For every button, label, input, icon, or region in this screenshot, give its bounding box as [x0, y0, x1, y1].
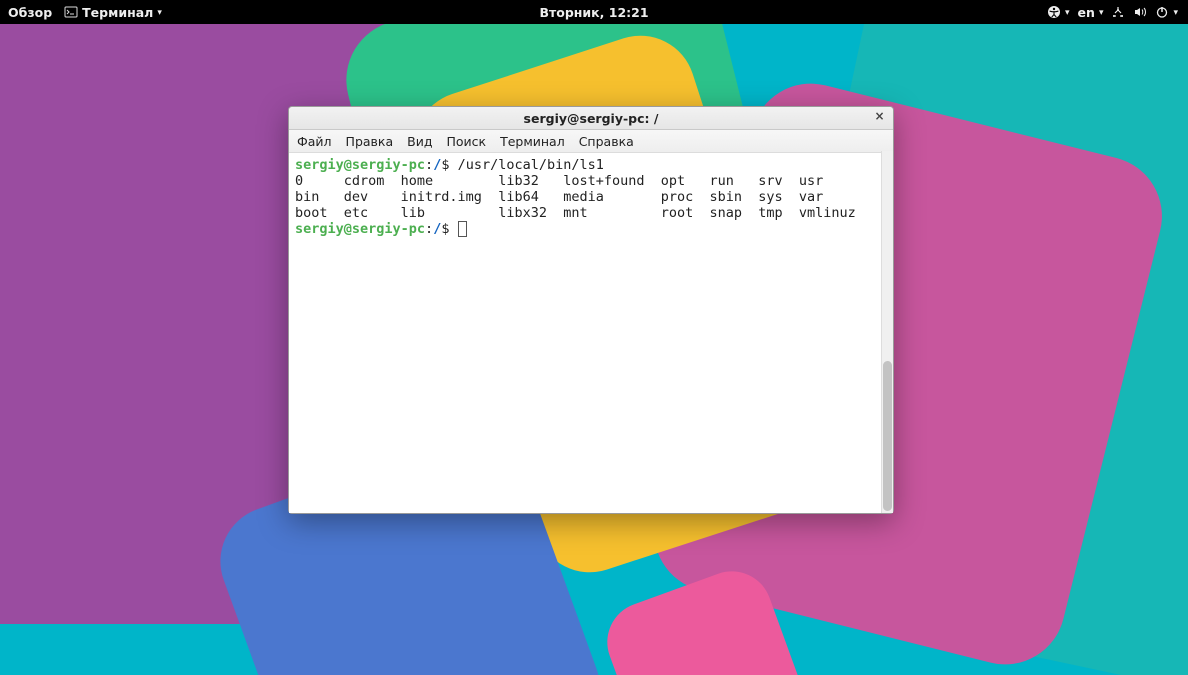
- scrollbar-thumb[interactable]: [883, 361, 892, 511]
- terminal-menubar: Файл Правка Вид Поиск Терминал Справка: [289, 130, 893, 153]
- gnome-top-bar: Обзор Терминал ▾ Вторник, 12:21 ▾ en ▾: [0, 0, 1188, 24]
- chevron-down-icon: ▾: [157, 8, 162, 18]
- chevron-down-icon: ▾: [1173, 8, 1178, 18]
- ls-row-3: boot etc lib libx32 mnt root snap tmp vm…: [295, 205, 856, 221]
- window-titlebar[interactable]: sergiy@sergiy-pc: / ×: [289, 107, 893, 130]
- window-title: sergiy@sergiy-pc: /: [524, 111, 659, 126]
- ls-row-2: bin dev initrd.img lib64 media proc sbin…: [295, 189, 823, 205]
- close-button[interactable]: ×: [872, 110, 887, 125]
- menu-help[interactable]: Справка: [579, 134, 634, 149]
- cursor: [458, 221, 467, 237]
- clock-label: Вторник, 12:21: [539, 5, 648, 20]
- clock[interactable]: Вторник, 12:21: [539, 5, 648, 20]
- chevron-down-icon: ▾: [1099, 8, 1104, 18]
- accessibility-menu[interactable]: ▾: [1047, 5, 1070, 19]
- app-menu[interactable]: Терминал ▾: [64, 5, 162, 20]
- prompt-user: sergiy@sergiy-pc: [295, 221, 425, 237]
- activities-label: Обзор: [8, 5, 52, 20]
- activities-button[interactable]: Обзор: [8, 5, 52, 20]
- prompt-user: sergiy@sergiy-pc: [295, 157, 425, 173]
- menu-file[interactable]: Файл: [297, 134, 332, 149]
- terminal-icon: [64, 5, 78, 19]
- app-menu-label: Терминал: [82, 5, 153, 20]
- menu-edit[interactable]: Правка: [346, 134, 394, 149]
- chevron-down-icon: ▾: [1065, 8, 1070, 18]
- terminal-window: sergiy@sergiy-pc: / × Файл Правка Вид По…: [288, 106, 894, 514]
- prompt-symbol: $: [441, 221, 457, 237]
- menu-view[interactable]: Вид: [407, 134, 432, 149]
- prompt-symbol: $: [441, 157, 457, 173]
- volume-icon[interactable]: [1133, 5, 1147, 19]
- command-1: /usr/local/bin/ls1: [458, 157, 604, 173]
- ls-row-1: 0 cdrom home lib32 lost+found opt run sr…: [295, 173, 823, 189]
- terminal-output[interactable]: sergiy@sergiy-pc:/$ /usr/local/bin/ls1 0…: [289, 153, 893, 513]
- keyboard-layout-label: en: [1078, 5, 1095, 20]
- accessibility-icon: [1047, 5, 1061, 19]
- power-icon: [1155, 5, 1169, 19]
- terminal-scrollbar[interactable]: [881, 151, 893, 513]
- power-menu[interactable]: ▾: [1155, 5, 1178, 19]
- menu-search[interactable]: Поиск: [446, 134, 486, 149]
- keyboard-layout-menu[interactable]: en ▾: [1078, 5, 1104, 20]
- prompt-sep: :: [425, 157, 433, 173]
- prompt-sep: :: [425, 221, 433, 237]
- network-icon[interactable]: [1111, 5, 1125, 19]
- menu-terminal[interactable]: Терминал: [500, 134, 565, 149]
